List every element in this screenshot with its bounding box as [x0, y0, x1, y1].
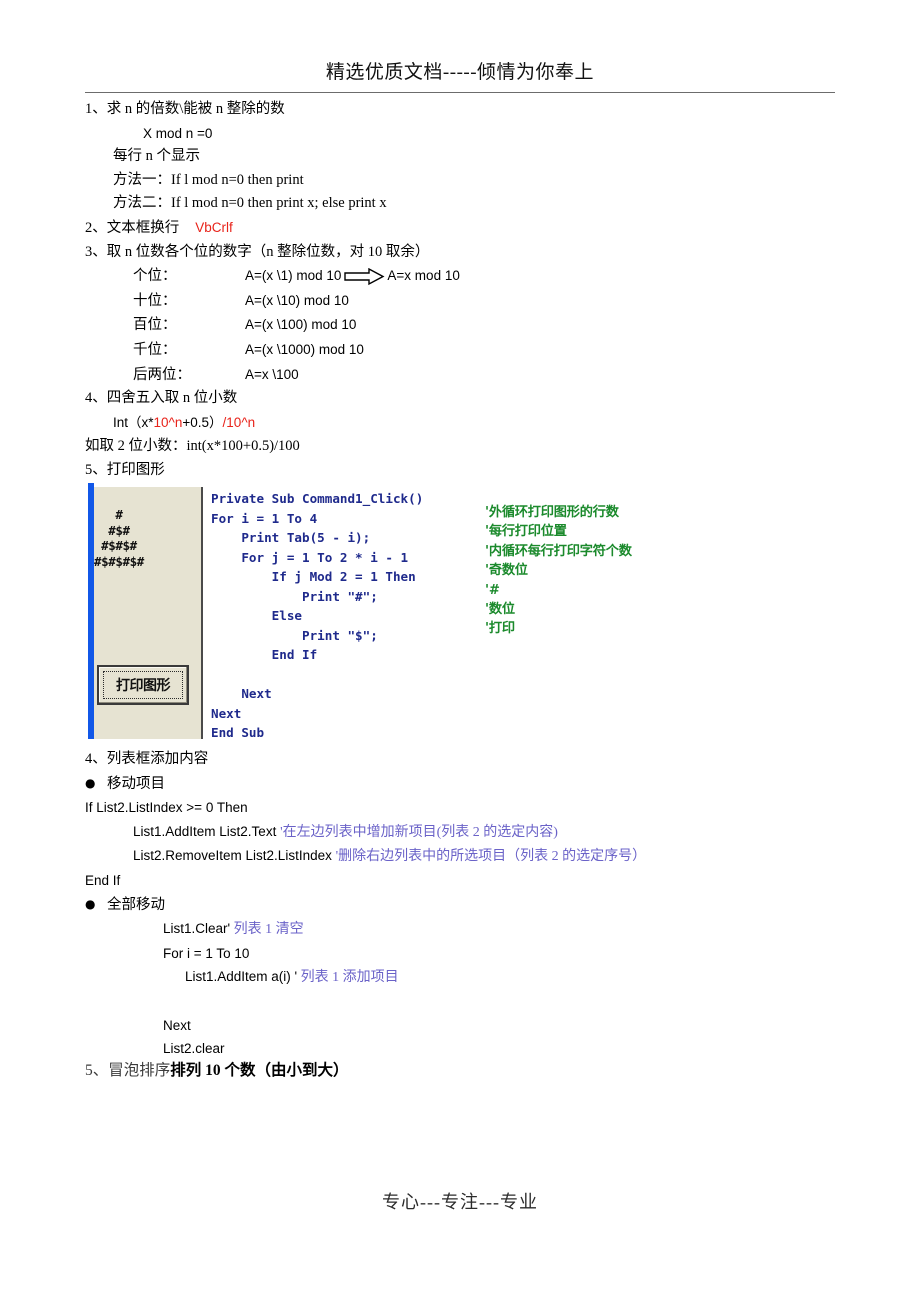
digit-expr-units-simplified: A=x mod 10: [387, 268, 460, 284]
bullet-move-item: ● 移动项目: [85, 772, 875, 797]
section-1-method-2: 方法二：If l mod n=0 then print x; else prin…: [113, 195, 387, 212]
digit-label-thousands: 千位：: [133, 341, 177, 358]
digit-label-last-two: 后两位：: [133, 366, 191, 383]
section-7-heading: 5、冒泡排序排列 10 个数（由小到大）: [85, 1058, 349, 1080]
section-2-heading: 2、文本框换行: [85, 219, 180, 236]
code-line-next: Next: [163, 1017, 191, 1033]
section-4-heading: 4、四舍五入取 n 位小数: [85, 390, 238, 407]
digit-label-tens: 十位：: [133, 292, 177, 309]
bullet-dot-icon: ●: [85, 775, 96, 790]
code-line-removeitem: List2.RemoveItem List2.ListIndex '删除右边列表…: [85, 844, 875, 869]
section-7-heading-bold: 排列 10 个数（由小到大）: [170, 1062, 349, 1079]
bullet-move-item-label: 移动项目: [107, 775, 165, 792]
header-title: 精选优质文档-----倾情为你奉上: [325, 62, 595, 83]
digit-expr-thousands: A=(x \1000) mod 10: [245, 341, 364, 357]
section-4-example: 如取 2 位小数：int(x*100+0.5)/100: [85, 438, 300, 455]
section-1-heading: 1、求 n 的倍数\能被 n 整除的数: [85, 101, 285, 117]
code-line-additem-code: List1.AddItem List2.Text: [133, 823, 281, 839]
section-4-formula: Int（x*10^n+0.5）/10^n: [85, 411, 845, 436]
code-line-clear-code: List1.Clear': [163, 921, 231, 937]
document-body-upper: 1、求 n 的倍数\能被 n 整除的数 X mod n =0 每行 n 个显示 …: [85, 98, 845, 483]
section-3-heading: 3、取 n 位数各个位的数字（n 整除位数，对 10 取余）: [85, 243, 430, 260]
footer-text: 专心---专注---专业: [382, 1192, 538, 1212]
bullet-move-all-label: 全部移动: [107, 896, 165, 913]
vb-form-pyramid-output: # #$# #$#$# #$#$#$#: [94, 507, 144, 569]
section-2-value: VbCrlf: [195, 219, 233, 235]
digit-expr-hundreds: A=(x \100) mod 10: [245, 317, 357, 333]
implies-arrow-icon: [341, 267, 387, 285]
vb-form-top-edge: [85, 483, 203, 487]
header-divider: [85, 92, 835, 93]
digit-label-units: 个位：: [133, 268, 177, 285]
section-4-formula-mid: +0.5）: [182, 414, 223, 430]
code-line-additem: List1.AddItem List2.Text '在左边列表中增加新项目(列表…: [85, 820, 875, 845]
digit-row-last-two: 后两位： A=x \100: [85, 363, 845, 388]
bullet-dot-icon-2: ●: [85, 896, 96, 911]
digit-row-tens: 十位： A=(x \10) mod 10: [85, 289, 845, 314]
print-shape-button-focus-ring: 打印图形: [103, 671, 183, 699]
code-line-for: For i = 1 To 10: [163, 945, 250, 961]
code-line-clear: List1.Clear' 列表 1 清空: [85, 917, 875, 942]
page-footer: 专心---专注---专业: [0, 1188, 920, 1214]
digit-label-hundreds: 百位：: [133, 317, 177, 334]
code-line-additem-ai: List1.AddItem a(i) ' 列表 1 添加项目: [85, 965, 875, 990]
digit-expr-units: A=(x \1) mod 10: [245, 268, 342, 284]
digit-expr-tens: A=(x \10) mod 10: [245, 292, 349, 308]
digit-row-units: 个位： A=(x \1) mod 10 A=x mod 10: [85, 264, 845, 289]
document-body-lower: 4、列表框添加内容 ● 移动项目 If List2.ListIndex >= 0 …: [85, 748, 875, 1061]
code-line-additem-ai-comment: 列表 1 添加项目: [297, 970, 399, 986]
digit-row-hundreds: 百位： A=(x \100) mod 10: [85, 313, 845, 338]
vb-code-comments: '外循环打印图形的行数 '每行打印位置 '内循环每行打印字符个数 '奇数位 '#…: [485, 505, 632, 637]
page-header: 精选优质文档-----倾情为你奉上: [85, 62, 835, 84]
section-6-heading: 4、列表框添加内容: [85, 751, 209, 767]
code-line-clear-comment: 列表 1 清空: [230, 922, 304, 938]
document-page: 精选优质文档-----倾情为你奉上 1、求 n 的倍数\能被 n 整除的数 X …: [0, 0, 920, 1302]
bullet-move-all: ● 全部移动: [85, 893, 875, 918]
code-line-if: If List2.ListIndex >= 0 Then: [85, 800, 248, 816]
print-shape-button-label: 打印图形: [116, 678, 171, 694]
section-4-formula-red-2: 10^n: [226, 414, 256, 430]
section-5-heading: 5、打印图形: [85, 461, 165, 478]
section-1-method-1: 方法一：If l mod n=0 then print: [113, 171, 304, 188]
section-1-note: 每行 n 个显示: [113, 148, 200, 165]
code-line-removeitem-comment: '删除右边列表中的所选项目（列表 2 的选定序号）: [335, 849, 647, 865]
code-line-additem-comment: '在左边列表中增加新项目(列表 2 的选定内容): [280, 824, 558, 840]
digit-row-thousands: 千位： A=(x \1000) mod 10: [85, 338, 845, 363]
section-7-heading-light: 5、冒泡排序: [85, 1062, 171, 1079]
code-line-endif: End If: [85, 872, 121, 888]
digit-expr-last-two: A=x \100: [245, 366, 299, 382]
print-shape-button[interactable]: 打印图形: [97, 665, 189, 705]
section-2-row: 2、文本框换行 VbCrlf: [85, 216, 845, 241]
code-line-additem-ai-code: List1.AddItem a(i) ': [185, 969, 298, 985]
vb-screenshot-image: # #$# #$#$# #$#$#$# 打印图形 Private Sub Com…: [85, 483, 725, 739]
section-4-formula-red-1: 10^n: [153, 414, 183, 430]
vb-form-window: # #$# #$#$# #$#$#$# 打印图形: [85, 483, 203, 739]
code-line-removeitem-code: List2.RemoveItem List2.ListIndex: [133, 848, 336, 864]
section-1-formula: X mod n =0: [143, 125, 213, 141]
section-4-formula-pre: Int（x*: [113, 414, 154, 430]
vb-code-listing: Private Sub Command1_Click() For i = 1 T…: [211, 491, 424, 739]
